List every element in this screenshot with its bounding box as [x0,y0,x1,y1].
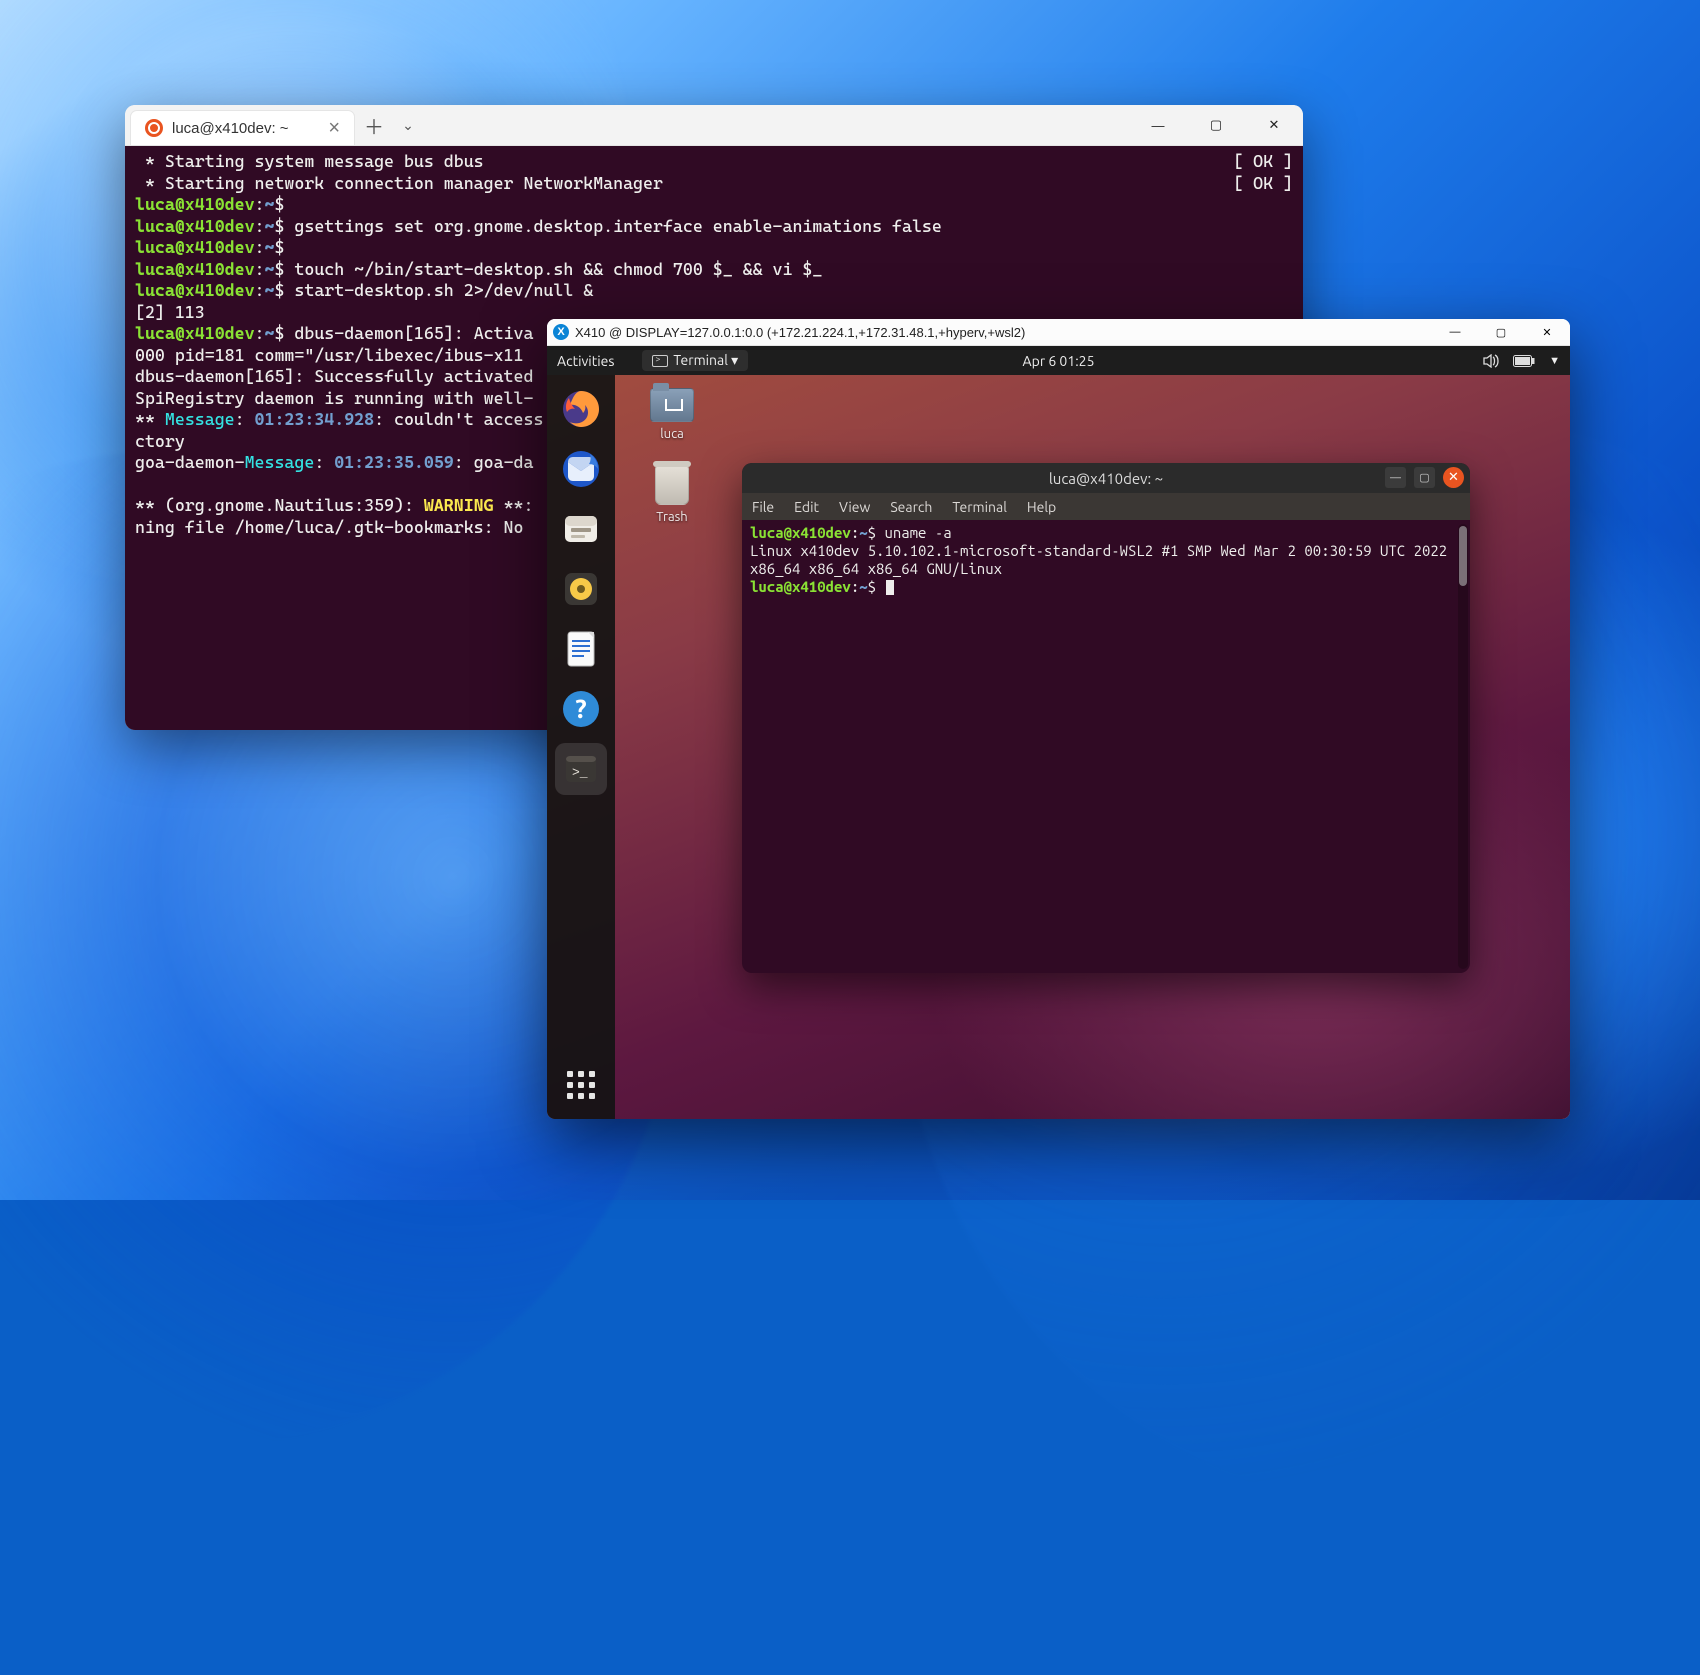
dock-rhythmbox-icon[interactable] [555,563,607,615]
maximize-button[interactable]: ▢ [1187,105,1245,145]
gnome-dock[interactable]: ? >_ [547,375,615,1119]
dock-help-icon[interactable]: ? [555,683,607,735]
wt-tab-ubuntu[interactable]: luca@x410dev: ~ × [130,110,355,145]
gnome-desktop[interactable]: Activities Terminal ▾ Apr 6 01:25 ▼ [547,346,1570,1119]
menu-edit[interactable]: Edit [794,499,819,515]
chevron-down-icon: ▼ [1549,355,1560,367]
gterm-menubar[interactable]: File Edit View Search Terminal Help [742,493,1470,520]
menu-help[interactable]: Help [1027,499,1056,515]
gterm-title-text: luca@x410dev: ~ [1049,470,1163,487]
x410-window[interactable]: X X410 @ DISPLAY=127.0.0.1:0.0 (+172.21.… [547,319,1570,1119]
minimize-button[interactable]: — [1432,319,1478,346]
svg-text:?: ? [575,694,586,723]
close-button[interactable]: ✕ [1524,319,1570,346]
show-apps-button[interactable] [557,1061,605,1109]
maximize-button[interactable]: ▢ [1478,319,1524,346]
terminal-icon [652,355,668,367]
desktop-icons: luca Trash [642,388,702,524]
dock-writer-icon[interactable] [555,623,607,675]
new-tab-button[interactable]: ＋ [355,105,393,145]
close-button[interactable]: ✕ [1245,105,1303,145]
dock-files-icon[interactable] [555,503,607,555]
ubuntu-icon [145,119,163,137]
volume-icon [1483,354,1499,368]
x410-app-icon: X [553,324,569,340]
minimize-button[interactable]: — [1129,105,1187,145]
x410-title: X410 @ DISPLAY=127.0.0.1:0.0 (+172.21.22… [575,325,1025,340]
menu-file[interactable]: File [752,499,774,515]
trash-icon[interactable]: Trash [642,465,702,524]
wt-titlebar[interactable]: luca@x410dev: ~ × ＋ ⌄ — ▢ ✕ [125,105,1303,146]
dock-terminal-icon[interactable]: >_ [555,743,607,795]
menu-search[interactable]: Search [890,499,932,515]
menu-terminal[interactable]: Terminal [952,499,1007,515]
maximize-button[interactable]: ▢ [1414,467,1435,488]
dock-firefox-icon[interactable] [555,383,607,435]
system-menu[interactable]: ▼ [1483,354,1560,368]
gnome-topbar[interactable]: Activities Terminal ▾ Apr 6 01:25 ▼ [547,346,1570,375]
gterm-titlebar[interactable]: luca@x410dev: ~ — ▢ ✕ [742,463,1470,493]
wt-tab-title: luca@x410dev: ~ [172,120,289,137]
x410-titlebar[interactable]: X X410 @ DISPLAY=127.0.0.1:0.0 (+172.21.… [547,319,1570,346]
gnome-terminal-window[interactable]: luca@x410dev: ~ — ▢ ✕ File Edit View Sea… [742,463,1470,973]
minimize-button[interactable]: — [1385,467,1406,488]
tab-dropdown-button[interactable]: ⌄ [393,105,423,145]
scrollbar[interactable] [1458,524,1468,969]
cursor [886,580,894,595]
svg-text:>_: >_ [572,765,588,780]
app-menu[interactable]: Terminal ▾ [642,350,748,371]
clock[interactable]: Apr 6 01:25 [1023,353,1095,369]
close-button[interactable]: ✕ [1443,467,1464,488]
activities-button[interactable]: Activities [557,353,614,369]
close-icon[interactable]: × [328,118,340,138]
dock-thunderbird-icon[interactable] [555,443,607,495]
menu-view[interactable]: View [839,499,870,515]
gterm-terminal-area[interactable]: luca@x410dev:~$ uname -a Linux x410dev 5… [742,520,1470,973]
battery-icon [1513,355,1535,367]
home-folder-icon[interactable]: luca [642,388,702,441]
